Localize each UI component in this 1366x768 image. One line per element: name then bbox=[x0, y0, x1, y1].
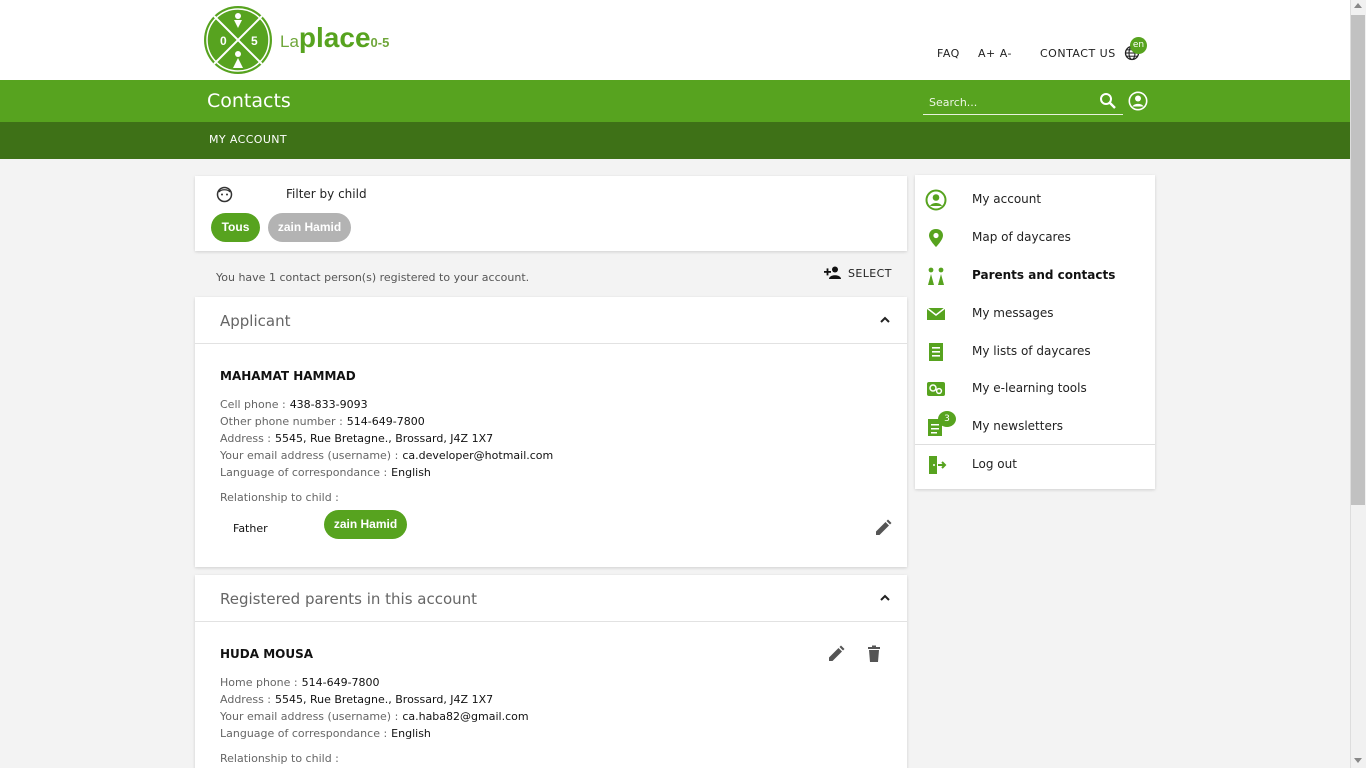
home-phone-value: 514-649-7800 bbox=[301, 676, 380, 689]
envelope-icon bbox=[926, 307, 946, 320]
parent-email-label: Your email address (username) : bbox=[220, 710, 399, 723]
parent-relationship-label: Relationship to child : bbox=[220, 752, 339, 765]
page-title: Contacts bbox=[207, 90, 291, 112]
other-phone-value: 514-649-7800 bbox=[346, 415, 425, 428]
registered-parents-header[interactable]: Registered parents in this account bbox=[195, 575, 907, 622]
parent-address-label: Address : bbox=[220, 693, 272, 706]
parent-address-value: 5545, Rue Bretagne., Brossard, J4Z 1X7 bbox=[275, 693, 494, 706]
side-menu: My account Map of daycares Parents and c… bbox=[915, 175, 1155, 489]
parent-email: Your email address (username) : ca.haba82… bbox=[220, 710, 529, 723]
add-person-icon bbox=[824, 266, 841, 279]
logo-emblem: 0 5 bbox=[204, 6, 272, 74]
svg-text:5: 5 bbox=[251, 34, 258, 48]
elearning-icon bbox=[927, 382, 945, 396]
menu-item-my-messages[interactable]: My messages bbox=[915, 295, 1155, 332]
parent-email-value: ca.haba82@gmail.com bbox=[402, 710, 529, 723]
newsletter-count-badge: 3 bbox=[938, 411, 956, 427]
applicant-other-phone: Other phone number :514-649-7800 bbox=[220, 415, 425, 428]
child-face-icon bbox=[216, 186, 233, 203]
address-label: Address : bbox=[220, 432, 272, 445]
user-account-icon[interactable] bbox=[1128, 91, 1148, 111]
cell-phone-value: 438-833-9093 bbox=[289, 398, 368, 411]
menu-label: My e-learning tools bbox=[972, 381, 1087, 395]
parent-language-value: English bbox=[391, 727, 431, 740]
applicant-section-title: Applicant bbox=[220, 312, 291, 330]
edit-applicant-icon[interactable] bbox=[873, 518, 893, 538]
menu-item-my-account[interactable]: My account bbox=[915, 181, 1155, 218]
scrollbar-thumb[interactable] bbox=[1351, 15, 1365, 505]
font-size-control[interactable]: A+ A- bbox=[978, 47, 1012, 60]
menu-label: My newsletters bbox=[972, 419, 1064, 433]
cell-phone-label: Cell phone : bbox=[220, 398, 286, 411]
faq-link[interactable]: FAQ bbox=[937, 47, 960, 60]
select-label: SELECT bbox=[848, 267, 892, 280]
scroll-up-arrow-icon[interactable] bbox=[1354, 3, 1362, 8]
home-phone-label: Home phone : bbox=[220, 676, 298, 689]
top-header bbox=[0, 0, 1350, 80]
applicant-address: Address :5545, Rue Bretagne., Brossard, … bbox=[220, 432, 493, 445]
laplace-logo[interactable]: 0 5 Laplace0-5 bbox=[204, 6, 404, 76]
applicant-name: MAHAMAT HAMMAD bbox=[220, 369, 356, 383]
menu-item-parents-and-contacts[interactable]: Parents and contacts bbox=[915, 257, 1155, 294]
search-box[interactable] bbox=[923, 89, 1123, 115]
language-badge[interactable]: en bbox=[1130, 37, 1147, 54]
parent-language-label: Language of correspondance : bbox=[220, 727, 388, 740]
applicant-language: Language of correspondance : English bbox=[220, 466, 431, 479]
logo-age: 0-5 bbox=[370, 35, 390, 50]
relationship-child-chip[interactable]: zain Hamid bbox=[324, 510, 407, 539]
menu-label: My messages bbox=[972, 306, 1054, 320]
language-label: Language of correspondance : bbox=[220, 466, 388, 479]
menu-divider bbox=[915, 444, 1155, 445]
search-input[interactable] bbox=[929, 92, 1089, 112]
sub-navigation bbox=[0, 122, 1350, 159]
menu-item-my-lists-of-daycares[interactable]: My lists of daycares bbox=[915, 333, 1155, 370]
logo-wordmark: Laplace0-5 bbox=[280, 22, 389, 54]
email-label: Your email address (username) : bbox=[220, 449, 399, 462]
filter-chip-all[interactable]: Tous bbox=[211, 213, 260, 242]
address-value: 5545, Rue Bretagne., Brossard, J4Z 1X7 bbox=[275, 432, 494, 445]
applicant-cell-phone: Cell phone :438-833-9093 bbox=[220, 398, 368, 411]
search-icon[interactable] bbox=[1099, 92, 1117, 110]
logo-la: La bbox=[280, 32, 299, 51]
map-pin-icon bbox=[929, 229, 943, 247]
parent-name: HUDA MOUSA bbox=[220, 647, 314, 661]
select-contact-button[interactable]: SELECT bbox=[822, 264, 892, 284]
menu-label: My account bbox=[972, 192, 1042, 206]
menu-label: Parents and contacts bbox=[972, 268, 1116, 282]
other-phone-label: Other phone number : bbox=[220, 415, 343, 428]
menu-label: Log out bbox=[972, 457, 1017, 471]
list-icon bbox=[929, 343, 943, 361]
parent-language: Language of correspondance : English bbox=[220, 727, 431, 740]
filter-label: Filter by child bbox=[286, 187, 367, 201]
edit-parent-icon[interactable] bbox=[826, 644, 846, 664]
scroll-down-arrow-icon[interactable] bbox=[1354, 758, 1362, 763]
account-circle-icon bbox=[925, 189, 947, 211]
menu-item-log-out[interactable]: Log out bbox=[915, 446, 1155, 483]
email-value: ca.developer@hotmail.com bbox=[402, 449, 554, 462]
tab-my-account[interactable]: MY ACCOUNT bbox=[209, 133, 287, 146]
chevron-up-icon[interactable] bbox=[879, 315, 891, 325]
contacts-count-text: You have 1 contact person(s) registered … bbox=[216, 271, 530, 284]
logout-icon bbox=[929, 456, 947, 474]
relationship-value: Father bbox=[233, 522, 268, 535]
applicant-email: Your email address (username) : ca.develo… bbox=[220, 449, 553, 462]
contact-us-link[interactable]: CONTACT US bbox=[1040, 47, 1116, 60]
parent-address: Address :5545, Rue Bretagne., Brossard, … bbox=[220, 693, 493, 706]
menu-label: My lists of daycares bbox=[972, 344, 1091, 358]
language-value: English bbox=[391, 466, 431, 479]
menu-label: Map of daycares bbox=[972, 230, 1071, 244]
parent-home-phone: Home phone :514-649-7800 bbox=[220, 676, 380, 689]
logo-place: place bbox=[298, 22, 371, 53]
delete-parent-icon[interactable] bbox=[864, 644, 884, 664]
family-icon bbox=[928, 267, 944, 285]
registered-parents-title: Registered parents in this account bbox=[220, 590, 478, 608]
applicant-section-header[interactable]: Applicant bbox=[195, 297, 907, 344]
relationship-label: Relationship to child : bbox=[220, 491, 339, 504]
chevron-up-icon[interactable] bbox=[879, 593, 891, 603]
svg-text:0: 0 bbox=[220, 34, 227, 48]
filter-chip-child[interactable]: zain Hamid bbox=[268, 213, 351, 242]
menu-item-my-e-learning-tools[interactable]: My e-learning tools bbox=[915, 370, 1155, 407]
menu-item-map-of-daycares[interactable]: Map of daycares bbox=[915, 219, 1155, 256]
